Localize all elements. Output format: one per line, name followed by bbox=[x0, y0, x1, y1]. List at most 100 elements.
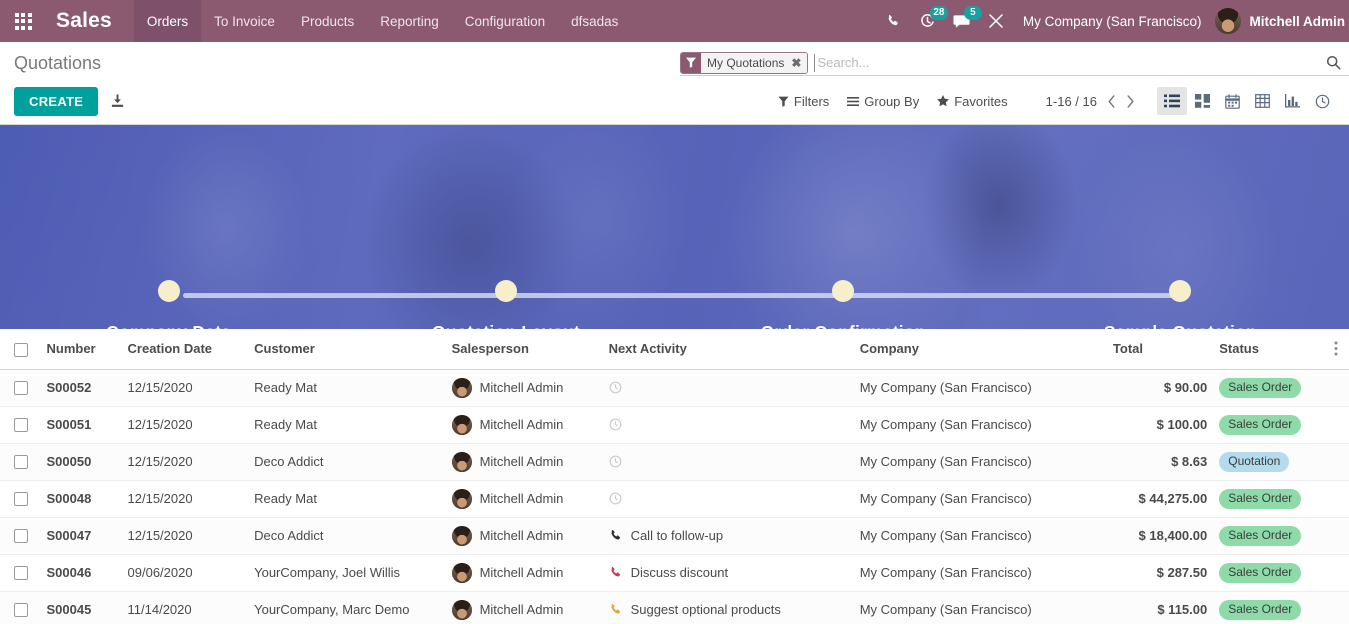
view-switcher-graph[interactable] bbox=[1277, 87, 1307, 115]
step-dot-icon[interactable] bbox=[494, 280, 517, 302]
step-dot-icon[interactable] bbox=[157, 280, 180, 302]
checkbox-icon[interactable] bbox=[14, 566, 28, 581]
column-header-company[interactable]: Company bbox=[853, 329, 1107, 370]
cell-status: Sales Order bbox=[1213, 369, 1323, 407]
chevron-right-icon bbox=[1127, 94, 1134, 108]
optional-columns-icon[interactable] bbox=[1329, 341, 1343, 356]
menu-item-configuration[interactable]: Configuration bbox=[452, 0, 558, 42]
table-row[interactable]: S00048 12/15/2020 Ready Mat Mitchell Admin M… bbox=[0, 480, 1349, 518]
apps-grid-icon bbox=[14, 12, 32, 30]
status-badge: Sales Order bbox=[1219, 599, 1302, 620]
menu-item-dfsadas[interactable]: dfsadas bbox=[558, 0, 631, 42]
view-switcher-list[interactable] bbox=[1157, 87, 1187, 115]
clock-icon[interactable] bbox=[609, 455, 622, 468]
cell-options bbox=[1322, 369, 1349, 407]
table-row[interactable]: S00047 12/15/2020 Deco Addict Mitchell Admi… bbox=[0, 517, 1349, 555]
step-dot-icon[interactable] bbox=[832, 280, 855, 302]
cell-company: My Company (San Francisco) bbox=[853, 406, 1107, 444]
column-header-next-activity[interactable]: Next Activity bbox=[602, 329, 854, 370]
search-options: Filters Group By Favorites bbox=[778, 94, 1008, 109]
import-download-icon bbox=[112, 94, 124, 107]
search-facet-my-quotations[interactable]: My Quotations ✖ bbox=[680, 51, 809, 74]
list-view: Number Creation Date Customer Salesperso… bbox=[0, 329, 1349, 624]
step-dot-icon[interactable] bbox=[1169, 280, 1192, 302]
apps-menu-button[interactable] bbox=[0, 0, 46, 42]
table-row[interactable]: S00052 12/15/2020 Ready Mat Mitchell Admin M… bbox=[0, 369, 1349, 407]
groupby-dropdown[interactable]: Group By bbox=[847, 94, 919, 109]
menu-item-reporting[interactable]: Reporting bbox=[367, 0, 452, 42]
clock-icon[interactable] bbox=[609, 492, 622, 505]
column-header-salesperson[interactable]: Salesperson bbox=[445, 329, 603, 370]
checkbox-icon[interactable] bbox=[14, 529, 28, 544]
cell-total: $ 287.50 bbox=[1106, 554, 1214, 592]
cell-company: My Company (San Francisco) bbox=[853, 443, 1107, 481]
avatar bbox=[451, 451, 472, 472]
pager: 1-16 / 16 bbox=[1046, 94, 1135, 109]
filters-dropdown[interactable]: Filters bbox=[778, 94, 829, 109]
search-view: My Quotations ✖ bbox=[680, 50, 1349, 76]
step-title: Company Data bbox=[106, 322, 231, 329]
checkbox-icon[interactable] bbox=[14, 603, 28, 618]
cell-customer: Ready Mat bbox=[248, 369, 446, 407]
menu-item-to-invoice[interactable]: To Invoice bbox=[201, 0, 288, 42]
column-header-customer[interactable]: Customer bbox=[248, 329, 446, 370]
column-header-number[interactable]: Number bbox=[40, 329, 122, 370]
phone-icon[interactable] bbox=[609, 529, 623, 543]
view-switcher-kanban[interactable] bbox=[1187, 87, 1217, 115]
checkbox-icon[interactable] bbox=[14, 381, 28, 396]
row-select-cell bbox=[0, 480, 41, 518]
checkbox-icon[interactable] bbox=[14, 342, 28, 357]
view-switcher-calendar[interactable] bbox=[1217, 87, 1247, 115]
clock-icon[interactable] bbox=[609, 418, 622, 431]
view-switcher-activity[interactable] bbox=[1307, 87, 1337, 115]
phone-button[interactable] bbox=[877, 0, 911, 42]
optional-columns-header bbox=[1322, 329, 1349, 370]
favorites-dropdown[interactable]: Favorites bbox=[937, 94, 1008, 109]
cell-options bbox=[1322, 406, 1349, 444]
column-header-creation-date[interactable]: Creation Date bbox=[121, 329, 249, 370]
activities-button[interactable]: 28 bbox=[911, 0, 948, 42]
app-brand[interactable]: Sales bbox=[46, 0, 134, 42]
menu-item-products[interactable]: Products bbox=[288, 0, 367, 42]
cell-total: $ 8.63 bbox=[1106, 443, 1214, 481]
tools-icon bbox=[989, 14, 1003, 28]
create-button[interactable]: CREATE bbox=[14, 86, 99, 116]
close-icon[interactable]: ✖ bbox=[787, 52, 808, 73]
cell-options bbox=[1322, 554, 1349, 592]
onboarding-step-quotation-layout: Quotation Layout Customize the look of y… bbox=[337, 280, 674, 329]
active-company-label[interactable]: My Company (San Francisco) bbox=[1013, 14, 1216, 29]
avatar bbox=[451, 525, 472, 546]
pager-next-button[interactable] bbox=[1126, 94, 1135, 108]
checkbox-icon[interactable] bbox=[14, 492, 28, 507]
column-header-total[interactable]: Total bbox=[1106, 329, 1214, 370]
navbar-right-group: 28 5 My Company (San Francisco) Mitchell… bbox=[877, 0, 1349, 42]
cell-salesperson: Mitchell Admin bbox=[445, 517, 603, 555]
search-icon[interactable] bbox=[1322, 55, 1349, 70]
column-header-status[interactable]: Status bbox=[1213, 329, 1323, 370]
table-row[interactable]: S00050 12/15/2020 Deco Addict Mitchell Admi… bbox=[0, 443, 1349, 481]
cell-company: My Company (San Francisco) bbox=[853, 480, 1107, 518]
breadcrumb[interactable]: Quotations bbox=[14, 52, 101, 74]
table-row[interactable]: S00045 11/14/2020 YourCompany, Marc Demo Mi… bbox=[0, 591, 1349, 624]
chevron-left-icon bbox=[1108, 94, 1115, 108]
pager-previous-button[interactable] bbox=[1107, 94, 1116, 108]
cell-options bbox=[1322, 591, 1349, 624]
checkbox-icon[interactable] bbox=[14, 418, 28, 433]
row-select-cell bbox=[0, 406, 41, 444]
view-switcher-pivot[interactable] bbox=[1247, 87, 1277, 115]
checkbox-icon[interactable] bbox=[14, 455, 28, 470]
search-input[interactable] bbox=[814, 53, 1322, 72]
developer-tools-button[interactable] bbox=[979, 0, 1013, 42]
user-menu[interactable]: Mitchell Admin bbox=[1215, 8, 1349, 34]
table-row[interactable]: S00046 09/06/2020 YourCompany, Joel Willis… bbox=[0, 554, 1349, 592]
table-body: S00052 12/15/2020 Ready Mat Mitchell Admin M… bbox=[0, 369, 1349, 624]
messages-button[interactable]: 5 bbox=[945, 0, 982, 42]
phone-icon[interactable] bbox=[609, 603, 623, 617]
phone-icon[interactable] bbox=[609, 566, 623, 580]
table-row[interactable]: S00051 12/15/2020 Ready Mat Mitchell Admin M… bbox=[0, 406, 1349, 444]
import-records-button[interactable] bbox=[110, 93, 125, 109]
clock-icon[interactable] bbox=[609, 381, 622, 394]
step-title: Quotation Layout bbox=[432, 322, 580, 329]
menu-item-orders[interactable]: Orders bbox=[133, 0, 202, 42]
cell-number: S00045 bbox=[40, 591, 122, 624]
